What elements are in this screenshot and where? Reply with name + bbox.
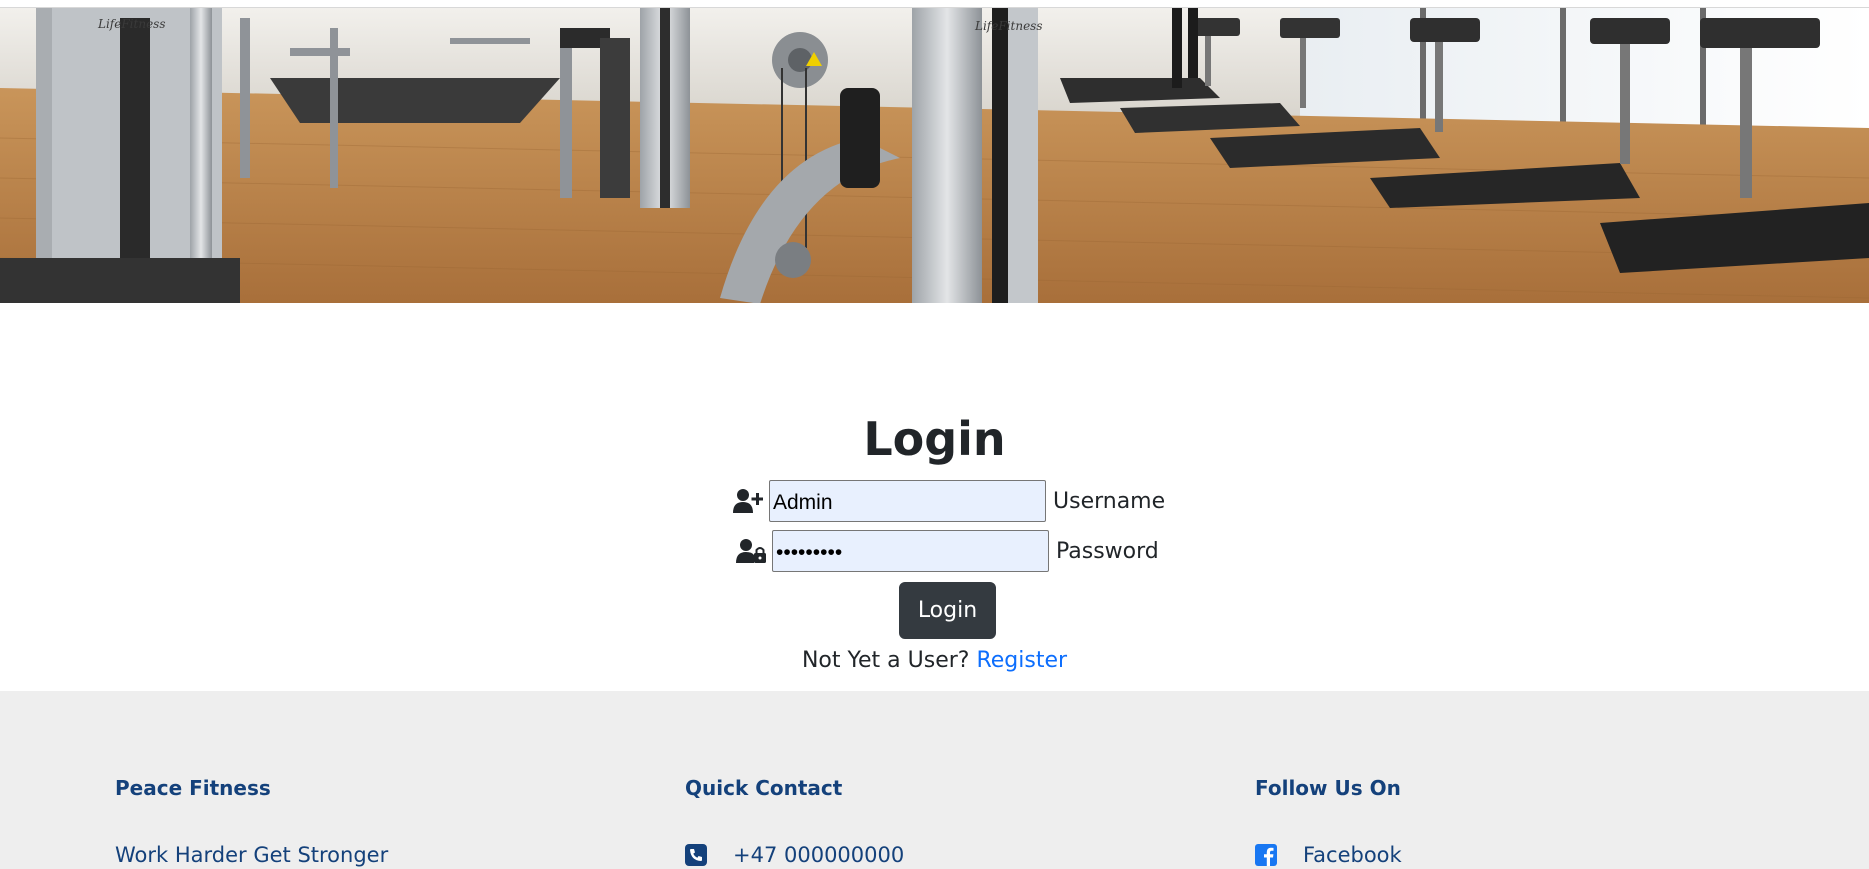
phone-square-icon (685, 844, 707, 866)
facebook-square-icon (1255, 844, 1277, 866)
footer-brand-heading: Peace Fitness (115, 776, 271, 800)
footer-facebook-item: Facebook (1255, 842, 1402, 868)
user-plus-icon (733, 487, 765, 515)
hero-brand-mark: LifeFitness (974, 19, 1042, 33)
footer-contact-column: Quick Contact +47 000000000 (685, 775, 904, 868)
footer-social-heading: Follow Us On (1255, 776, 1401, 800)
register-link[interactable]: Register (976, 648, 1067, 673)
footer-social-column: Follow Us On Facebook (1255, 775, 1402, 868)
username-label: Username (1053, 488, 1166, 514)
gym-photo-illustration: LifeFitness LifeFitness (0, 8, 1869, 303)
footer-phone-number: +47 000000000 (733, 843, 905, 867)
password-label: Password (1056, 538, 1159, 564)
page: LifeFitness LifeFitness Login Username (0, 0, 1869, 869)
hero-brand-mark: LifeFitness (97, 17, 165, 31)
password-input[interactable] (772, 530, 1049, 572)
login-button[interactable]: Login (899, 582, 996, 639)
user-lock-icon (736, 537, 768, 565)
register-prompt-line: Not Yet a User? Register (0, 643, 1869, 679)
username-row: Username (733, 480, 1165, 522)
footer-tagline-text: Work Harder Get Stronger (115, 843, 389, 867)
hero-gym-image: LifeFitness LifeFitness (0, 7, 1869, 303)
footer-phone-item: +47 000000000 (685, 842, 904, 868)
login-section: Login Username (0, 303, 1869, 691)
footer-brand-column: Peace Fitness Work Harder Get Stronger (115, 775, 388, 868)
login-title: Login (863, 412, 1006, 466)
username-input[interactable] (769, 480, 1046, 522)
footer: Peace Fitness Work Harder Get Stronger Q… (0, 691, 1869, 869)
password-row: Password (736, 530, 1159, 572)
footer-contact-heading: Quick Contact (685, 776, 843, 800)
facebook-link[interactable]: Facebook (1303, 842, 1402, 868)
register-prompt-text: Not Yet a User? (801, 648, 970, 673)
footer-tagline: Work Harder Get Stronger (115, 842, 388, 868)
